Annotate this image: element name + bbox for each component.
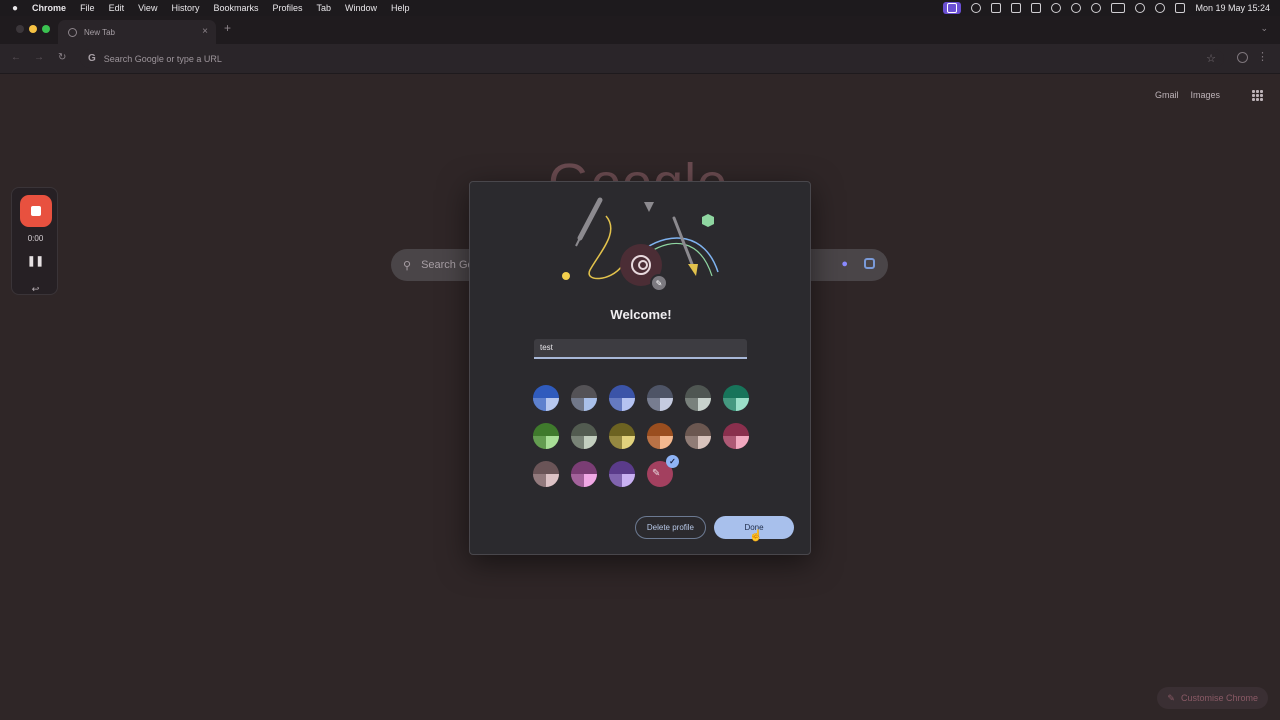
control-center-icon[interactable] [1175,3,1186,13]
menu-help[interactable]: Help [391,3,410,13]
search-icon[interactable] [1155,3,1166,13]
minimize-window-button[interactable] [29,25,37,33]
moon-icon[interactable] [1091,3,1102,13]
color-swatch[interactable] [533,461,559,487]
color-swatch[interactable] [571,385,597,411]
profile-icon[interactable] [1237,52,1248,63]
zoom-window-button[interactable] [42,25,50,33]
tab-search-chevron-icon[interactable]: ⌄ [1260,23,1268,34]
delete-profile-button[interactable]: Delete profile [634,516,706,539]
screen-recorder-status-icon[interactable] [943,2,962,14]
menu-tab[interactable]: Tab [317,3,332,13]
globe-icon [68,27,77,37]
customise-label: Customise Chrome [1180,693,1258,703]
menu-bar: ● Chrome File Edit View History Bookmark… [0,0,1280,16]
menu-window[interactable]: Window [345,3,377,13]
tab-title: New Tab [84,27,115,37]
notification-icon[interactable] [1031,3,1042,13]
wifi-icon[interactable] [1135,3,1146,13]
close-tab-icon[interactable]: × [202,26,208,37]
custom-color-swatch-selected[interactable]: ✎ ✓ [645,455,679,489]
pause-icon[interactable]: ❚❚ [12,256,59,267]
bookmark-star-icon[interactable]: ☆ [1206,52,1216,65]
pencil-icon: ✎ [1167,692,1175,703]
status-icon-4[interactable] [1051,3,1062,13]
profile-customization-dialog: ✎ Welcome! test ✎ ✓ Delete profile Done [469,181,811,555]
color-swatch[interactable] [647,423,673,449]
color-swatch[interactable] [685,423,711,449]
search-icon: ⚲ [403,259,412,272]
tab-new-tab[interactable]: New Tab × [58,20,216,44]
profile-name-input[interactable]: test [534,339,747,359]
color-swatch[interactable] [647,385,673,411]
gmail-link[interactable]: Gmail [1155,90,1179,100]
battery-icon[interactable] [1111,3,1126,13]
color-swatch[interactable] [723,423,749,449]
menu-file[interactable]: File [80,3,95,13]
triangle-shape [644,202,654,212]
yellow-scribble [588,215,623,280]
person-icon [631,255,651,275]
forward-icon[interactable]: → [34,52,44,63]
back-icon[interactable]: ← [11,52,21,63]
recorder-widget: 0:00 ❚❚ ↩ [11,187,58,295]
brush-illustration [672,216,698,276]
omnibox-placeholder: Search Google or type a URL [103,53,222,64]
recording-timer: 0:00 [27,234,44,243]
microphone-icon[interactable]: ● [841,258,848,270]
google-logo: Google [548,152,728,182]
close-window-button[interactable] [16,25,24,33]
undo-icon[interactable]: ↩ [12,284,59,295]
play-icon[interactable] [1071,3,1082,13]
google-g-icon: G [88,53,96,64]
color-swatch[interactable] [571,461,597,487]
dialog-title: Welcome! [610,307,672,322]
customise-chrome-button[interactable]: ✎ Customise Chrome [1157,687,1268,709]
status-icon-2[interactable] [991,3,1002,13]
images-link[interactable]: Images [1190,90,1220,100]
check-icon: ✓ [666,455,679,468]
mouse-cursor-icon: ☝ [749,530,763,542]
reload-icon[interactable]: ↻ [58,52,66,63]
color-swatch[interactable] [609,461,635,487]
omnibox[interactable]: G Search Google or type a URL [80,49,1224,68]
apple-icon[interactable]: ● [12,3,18,14]
menu-edit[interactable]: Edit [109,3,125,13]
status-icon-3[interactable] [1011,3,1022,13]
eyedropper-icon: ✎ [652,468,661,479]
tab-strip: New Tab × + ⌄ [0,16,1280,44]
color-swatch[interactable] [723,385,749,411]
new-tab-button[interactable]: + [224,21,231,35]
color-swatch[interactable] [609,385,635,411]
color-swatch[interactable] [685,385,711,411]
pencil-illustration [575,197,603,247]
menu-dots-icon[interactable]: ⋮ [1257,50,1268,63]
menu-view[interactable]: View [138,3,157,13]
clock[interactable]: Mon 19 May 15:24 [1195,3,1270,13]
menu-bookmarks[interactable]: Bookmarks [213,3,258,13]
color-swatch[interactable] [533,423,559,449]
yellow-dot [562,272,570,280]
color-swatch[interactable] [571,423,597,449]
color-swatch[interactable] [609,423,635,449]
color-swatch[interactable] [533,385,559,411]
toolbar: ← → ↻ G Search Google or type a URL ☆ ⋮ [0,44,1280,74]
menu-profiles[interactable]: Profiles [272,3,302,13]
edit-avatar-icon[interactable]: ✎ [650,274,668,292]
status-icon-1[interactable] [971,3,982,13]
google-lens-icon[interactable] [864,258,875,269]
menu-app-name[interactable]: Chrome [32,3,66,13]
apps-grid-icon[interactable] [1252,90,1263,101]
menu-history[interactable]: History [171,3,199,13]
stop-icon [31,206,41,216]
hexagon-shape [702,214,714,227]
stop-recording-button[interactable] [20,195,52,227]
